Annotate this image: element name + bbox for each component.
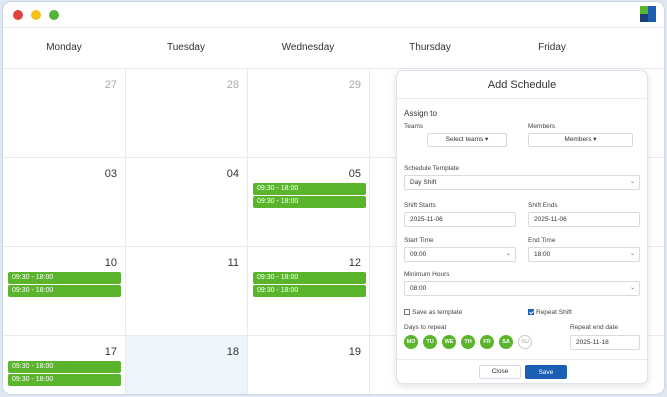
assign-to-heading: Assign to — [404, 109, 437, 118]
repeat-day-we[interactable]: WE — [442, 335, 456, 349]
repeat-day-th[interactable]: TH — [461, 335, 475, 349]
day-number: 05 — [348, 168, 361, 180]
members-label: Members — [528, 123, 556, 130]
select-teams-dropdown[interactable]: Select teams ▾ — [427, 133, 507, 147]
close-button[interactable]: Close — [479, 365, 521, 379]
shift-event[interactable]: 09:30 - 18:00 — [8, 374, 121, 386]
save-as-template-label: Save as template — [412, 309, 463, 316]
modal-title: Add Schedule — [397, 71, 647, 99]
app-logo-icon — [640, 6, 656, 22]
repeat-shift-checkbox[interactable]: Repeat Shift — [528, 309, 572, 316]
minimize-window-button[interactable] — [31, 10, 41, 20]
schedule-template-select[interactable]: Day Shift ⌄ — [404, 175, 640, 190]
repeat-end-date-input[interactable]: 2025-11-18 — [570, 335, 640, 350]
minimum-hours-label: Minimum Hours — [404, 271, 450, 278]
day-number: 18 — [226, 346, 239, 358]
shift-event[interactable]: 09:30 - 18:00 — [8, 272, 121, 284]
repeat-day-fr[interactable]: FR — [480, 335, 494, 349]
members-dropdown[interactable]: Members ▾ — [528, 133, 633, 147]
start-time-select[interactable]: 09:00 ⌄ — [404, 247, 516, 262]
repeat-end-date-label: Repeat end date — [570, 324, 619, 331]
start-time-value: 09:00 — [410, 251, 427, 258]
chevron-down-icon: ⌄ — [629, 251, 635, 257]
day-number: 03 — [104, 168, 117, 180]
repeat-day-sa[interactable]: SA — [499, 335, 513, 349]
shift-event[interactable]: 09:30 - 18:00 — [253, 196, 366, 208]
day-number: 27 — [104, 79, 117, 91]
day-number: 12 — [348, 257, 361, 269]
day-header-tuesday: Tuesday — [167, 42, 205, 53]
shift-ends-label: Shift Ends — [528, 202, 558, 209]
shift-event[interactable]: 09:30 - 18:00 — [253, 183, 366, 195]
title-bar — [3, 2, 664, 28]
teams-label: Teams — [404, 123, 424, 130]
day-number: 11 — [227, 257, 239, 269]
day-number: 04 — [226, 168, 239, 180]
checkbox-icon — [404, 309, 410, 315]
add-schedule-modal: Add Schedule Assign to Teams Select team… — [396, 70, 648, 384]
minimum-hours-value: 08:00 — [410, 285, 427, 292]
checkbox-checked-icon — [528, 309, 534, 315]
day-number: 10 — [104, 257, 117, 269]
day-number: 17 — [104, 346, 117, 358]
repeat-day-tu[interactable]: TU — [423, 335, 437, 349]
schedule-template-label: Schedule Template — [404, 165, 460, 172]
days-to-repeat-label: Days to repeat — [404, 324, 447, 331]
end-time-value: 18:00 — [534, 251, 551, 258]
schedule-template-value: Day Shift — [410, 179, 437, 186]
end-time-label: End Time — [528, 237, 556, 244]
close-window-button[interactable] — [13, 10, 23, 20]
chevron-down-icon: ⌄ — [629, 179, 635, 185]
chevron-down-icon: ⌄ — [629, 285, 635, 291]
repeat-day-mo[interactable]: MO — [404, 335, 418, 349]
day-number: 28 — [226, 79, 239, 91]
day-header-wednesday: Wednesday — [281, 42, 335, 53]
day-header-friday: Friday — [538, 42, 566, 53]
repeat-shift-label: Repeat Shift — [536, 309, 572, 316]
shift-event[interactable]: 09:30 - 18:00 — [8, 285, 121, 297]
day-header-monday: Monday — [46, 42, 82, 53]
minimum-hours-select[interactable]: 08:00 ⌄ — [404, 281, 640, 296]
day-number: 29 — [348, 79, 361, 91]
day-header-thursday: Thursday — [409, 42, 451, 53]
shift-event[interactable]: 09:30 - 18:00 — [253, 285, 366, 297]
repeat-day-su[interactable]: SU — [518, 335, 532, 349]
shift-starts-input[interactable]: 2025-11-06 — [404, 212, 516, 227]
calendar-cell-today[interactable] — [126, 335, 247, 394]
shift-ends-input[interactable]: 2025-11-06 — [528, 212, 640, 227]
chevron-down-icon: ⌄ — [505, 251, 511, 257]
start-time-label: Start Time — [404, 237, 434, 244]
shift-event[interactable]: 09:30 - 18:00 — [8, 361, 121, 373]
end-time-select[interactable]: 18:00 ⌄ — [528, 247, 640, 262]
day-number: 19 — [348, 346, 361, 358]
shift-event[interactable]: 09:30 - 18:00 — [253, 272, 366, 284]
save-button[interactable]: Save — [525, 365, 567, 379]
save-as-template-checkbox[interactable]: Save as template — [404, 309, 462, 316]
shift-starts-label: Shift Starts — [404, 202, 436, 209]
maximize-window-button[interactable] — [49, 10, 59, 20]
